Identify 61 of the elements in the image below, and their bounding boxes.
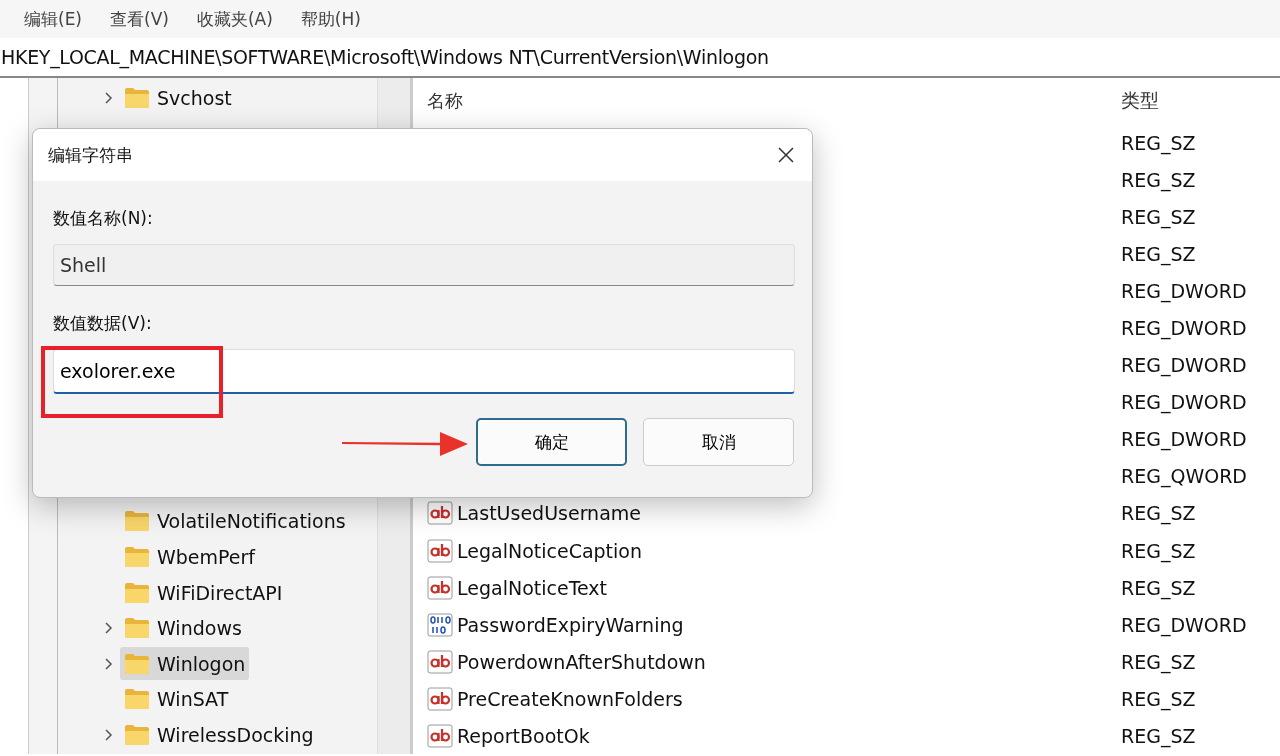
value-type: REG_SZ bbox=[1121, 539, 1196, 562]
field-label: 数值名称(N): bbox=[53, 207, 154, 230]
value-type: REG_SZ bbox=[1121, 650, 1196, 673]
binary-value-icon bbox=[427, 612, 453, 637]
value-type: REG_DWORD bbox=[1121, 279, 1247, 302]
tree-item[interactable]: WiFiDirectAPI bbox=[120, 576, 287, 610]
close-icon[interactable] bbox=[778, 147, 794, 163]
value-type: REG_DWORD bbox=[1121, 354, 1247, 377]
value-type: REG_SZ bbox=[1121, 168, 1196, 191]
folder-icon bbox=[124, 85, 151, 110]
folder-icon bbox=[124, 580, 151, 605]
folder-icon bbox=[124, 722, 151, 747]
value-type: REG_SZ bbox=[1121, 502, 1196, 525]
tree-item[interactable]: Winlogon bbox=[120, 647, 250, 681]
value-name[interactable]: ReportBootOk bbox=[457, 725, 590, 748]
string-value-icon bbox=[427, 501, 453, 526]
tree-item[interactable]: WinSAT bbox=[120, 682, 233, 716]
column-header[interactable]: 名称 bbox=[427, 89, 1121, 113]
string-value-icon bbox=[427, 686, 453, 711]
string-value-icon bbox=[427, 575, 453, 600]
value-type: REG_SZ bbox=[1121, 576, 1196, 599]
tree-item[interactable]: VolatileNotifications bbox=[120, 504, 350, 538]
folder-icon bbox=[124, 545, 151, 569]
dialog-title: 编辑字符串 bbox=[48, 143, 133, 167]
value-name[interactable]: LastUsedUsername bbox=[457, 502, 641, 525]
tree-item[interactable]: WbemPerf bbox=[120, 540, 259, 574]
tree-item[interactable]: Windows bbox=[120, 611, 246, 645]
menu-item[interactable]: 查看(V) bbox=[110, 7, 169, 31]
value-name[interactable]: PowerdownAfterShutdown bbox=[457, 650, 706, 673]
value-type: REG_SZ bbox=[1121, 687, 1196, 710]
value-name[interactable]: LegalNoticeText bbox=[457, 576, 608, 599]
string-value-icon bbox=[427, 538, 453, 563]
value-type: REG_DWORD bbox=[1121, 428, 1247, 451]
menu-item[interactable]: 收藏夹(A) bbox=[196, 7, 273, 31]
dialog-button[interactable]: 取消 bbox=[643, 418, 794, 466]
value-name[interactable]: LegalNoticeCaption bbox=[457, 539, 642, 562]
string-value-icon bbox=[427, 724, 453, 749]
value-type: REG_SZ bbox=[1121, 205, 1196, 228]
tree-item[interactable]: Svchost bbox=[120, 81, 236, 115]
value-name[interactable]: PasswordExpiryWarning bbox=[457, 613, 684, 636]
menu-item[interactable]: 编辑(E) bbox=[24, 7, 82, 31]
folder-icon bbox=[124, 616, 151, 641]
folder-icon bbox=[124, 687, 151, 712]
value-type: REG_SZ bbox=[1121, 242, 1196, 265]
folder-icon bbox=[124, 509, 151, 534]
value-type: REG_DWORD bbox=[1121, 391, 1247, 414]
value-type: REG_SZ bbox=[1121, 131, 1196, 154]
value-type: REG_DWORD bbox=[1121, 317, 1247, 339]
value-type: REG_DWORD bbox=[1121, 613, 1247, 636]
dialog-button[interactable]: 确定 bbox=[476, 418, 627, 466]
tree-item[interactable]: WirelessDocking bbox=[120, 718, 318, 752]
string-value-icon bbox=[427, 649, 453, 674]
folder-icon bbox=[124, 651, 151, 676]
column-header[interactable]: 类型 bbox=[1121, 88, 1159, 114]
value-type: REG_QWORD bbox=[1121, 465, 1247, 488]
value-name-field[interactable]: Shell bbox=[53, 244, 795, 286]
value-name[interactable]: PreCreateKnownFolders bbox=[457, 687, 683, 710]
value-data-field[interactable]: exolorer.exe bbox=[53, 349, 795, 394]
field-label: 数值数据(V): bbox=[53, 312, 153, 335]
value-type: REG_SZ bbox=[1121, 725, 1196, 748]
menu-item[interactable]: 帮助(H) bbox=[300, 7, 361, 31]
